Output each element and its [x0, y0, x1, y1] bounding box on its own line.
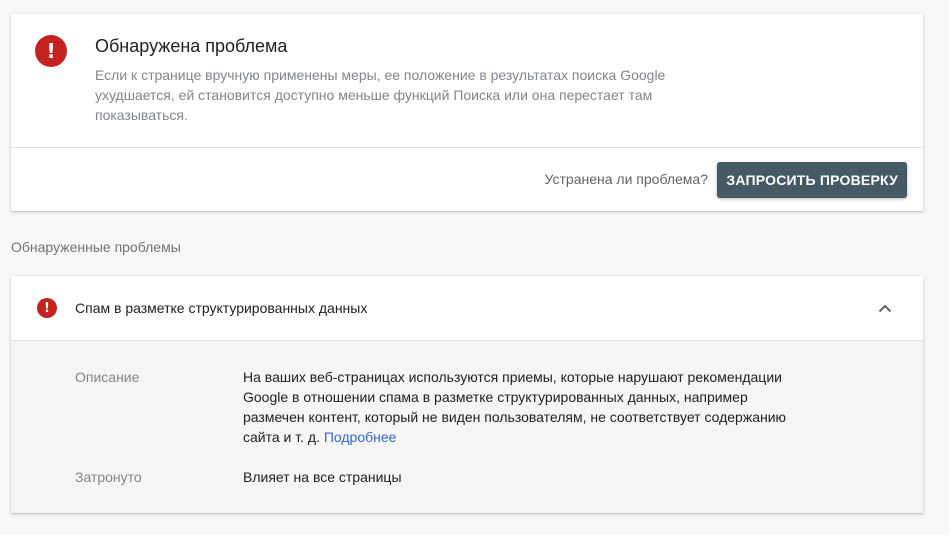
chevron-up-icon[interactable]	[873, 296, 897, 320]
description-label: Описание	[75, 369, 140, 385]
issue-header[interactable]: ! Спам в разметке структурированных данн…	[11, 276, 923, 340]
issue-details: Описание На ваших веб-страницах использу…	[11, 340, 923, 513]
fixed-question: Устранена ли проблема?	[544, 171, 708, 187]
issue-title: Спам в разметке структурированных данных	[75, 300, 368, 316]
affected-value: Влияет на все страницы	[243, 469, 402, 485]
alert-title: Обнаружена проблема	[95, 36, 288, 56]
manual-action-alert-card: ! Обнаружена проблема Если к странице вр…	[11, 14, 923, 211]
error-icon: !	[35, 35, 67, 67]
divider	[11, 147, 923, 148]
learn-more-link[interactable]: Подробнее	[324, 429, 397, 445]
alert-description: Если к странице вручную применены меры, …	[95, 67, 666, 123]
error-icon: !	[37, 298, 57, 318]
issues-section-heading: Обнаруженные проблемы	[11, 239, 181, 255]
description-value: На ваших веб-страницах используются прие…	[243, 367, 788, 447]
issue-card: ! Спам в разметке структурированных данн…	[11, 276, 923, 513]
affected-label: Затронуто	[75, 469, 142, 485]
request-review-button[interactable]: ЗАПРОСИТЬ ПРОВЕРКУ	[717, 162, 907, 198]
